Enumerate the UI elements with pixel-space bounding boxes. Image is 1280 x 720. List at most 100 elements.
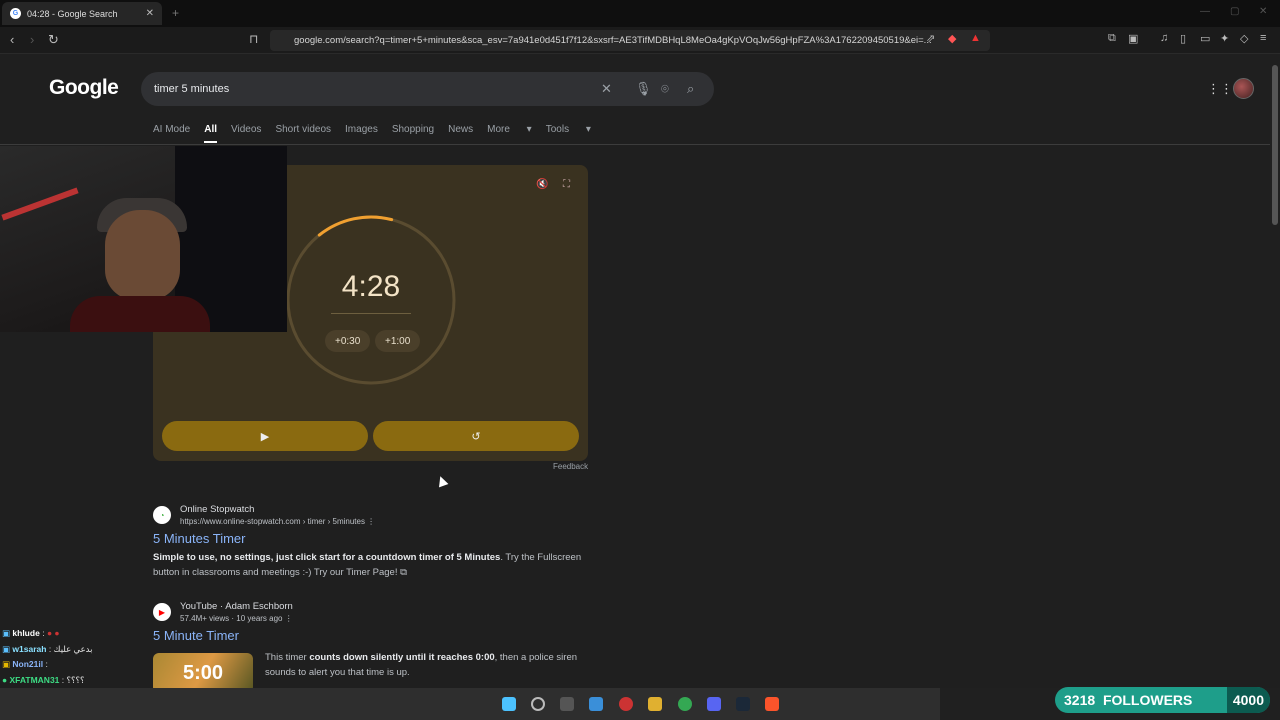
chat-user: khlude: [12, 628, 40, 638]
url-text: google.com/search?q=timer+5+minutes&sca_…: [294, 35, 932, 46]
obs-icon[interactable]: [619, 697, 633, 711]
followers-label: FOLLOWERS: [1102, 692, 1193, 708]
wallet-icon[interactable]: ▭: [1200, 32, 1210, 45]
result-snippet: This timer counts down silently until it…: [265, 652, 578, 678]
menu-icon[interactable]: ≡: [1260, 32, 1266, 44]
search-input[interactable]: timer 5 minutes ✕ 🎙 ⌾ ⌕: [141, 72, 714, 106]
result-url[interactable]: https://www.online-stopwatch.com › timer…: [180, 517, 375, 526]
steam-icon[interactable]: [736, 697, 750, 711]
chat-user: XFATMAN31: [9, 674, 60, 685]
webcam-mic-arm: [1, 187, 79, 221]
webcam-overlay: [0, 146, 287, 332]
video-thumbnail[interactable]: 5:00: [153, 653, 253, 693]
mute-icon[interactable]: 🔇: [536, 179, 548, 190]
clear-search-icon[interactable]: ✕: [601, 81, 612, 97]
chat-message: ● XFATMAN31 : ؟؟؟؟: [2, 674, 85, 685]
followers-goal-widget: 3218 FOLLOWERS 4000: [1055, 687, 1270, 713]
google-favicon-icon: G: [10, 8, 21, 19]
close-tab-icon[interactable]: ✕: [146, 8, 154, 19]
chat-user: w1sarah: [12, 643, 47, 654]
tab-videos[interactable]: Videos: [231, 124, 261, 143]
tab-more[interactable]: More ▾: [487, 124, 532, 143]
add-1-minute-button[interactable]: +1:00: [375, 330, 421, 352]
chat-message: ▣ Non21il :: [2, 659, 48, 669]
reset-icon: ↺: [471, 430, 481, 443]
tab-short-videos[interactable]: Short videos: [275, 124, 331, 143]
file-explorer-icon[interactable]: [648, 697, 662, 711]
tab-title: 04:28 - Google Search: [27, 8, 118, 19]
taskbar-search-icon[interactable]: [531, 697, 545, 711]
page-scrollbar[interactable]: [1270, 55, 1280, 720]
extensions-icon[interactable]: ⧉: [1108, 32, 1116, 45]
tab-all[interactable]: All: [204, 124, 218, 143]
scrollbar-thumb[interactable]: [1272, 65, 1278, 225]
back-icon[interactable]: ‹: [10, 32, 14, 47]
browser-tab[interactable]: G 04:28 - Google Search ✕: [2, 2, 162, 25]
share-icon[interactable]: ⇗: [926, 32, 935, 45]
timer-time: 4:28: [341, 270, 401, 303]
result-source[interactable]: YouTube · Adam Eschborn: [180, 601, 293, 612]
add-30-seconds-button[interactable]: +0:30: [325, 330, 371, 352]
youtube-favicon-icon: ▶: [153, 603, 171, 621]
lens-icon[interactable]: ⌾: [661, 81, 669, 97]
browser-tab-strip: G 04:28 - Google Search ✕ + — ▢ ✕: [0, 0, 1280, 27]
search-query: timer 5 minutes: [154, 83, 230, 95]
search-icon[interactable]: ⌕: [687, 81, 694, 97]
brave-icon[interactable]: [765, 697, 779, 711]
stream-chat: ▣ khlude : ● ● ▣ w1sarah : بدعي عليك ▣ N…: [2, 626, 93, 688]
result-title[interactable]: 5 Minute Timer: [153, 628, 239, 643]
timer-underline: [331, 313, 411, 314]
minimize-icon[interactable]: —: [1200, 6, 1210, 17]
avatar[interactable]: [1233, 78, 1254, 99]
taskbar-background: [0, 688, 940, 720]
play-icon: ▶: [260, 430, 270, 443]
followers-count: 3218: [1064, 692, 1096, 708]
start-button[interactable]: ▶: [162, 421, 368, 451]
chat-message: ▣ khlude : ● ●: [2, 628, 60, 638]
url-field[interactable]: google.com/search?q=timer+5+minutes&sca_…: [270, 30, 990, 51]
store-icon[interactable]: [589, 697, 603, 711]
tabs-divider: [0, 144, 1270, 145]
chat-text: : ؟؟؟؟: [61, 674, 85, 685]
tab-news[interactable]: News: [448, 124, 473, 143]
result-snippet: Simple to use, no settings, just click s…: [153, 552, 582, 578]
brave-rewards-icon[interactable]: ▲: [970, 32, 981, 44]
google-logo[interactable]: Google: [49, 76, 119, 100]
brave-shield-icon[interactable]: ◆: [948, 32, 956, 45]
tab-images[interactable]: Images: [345, 124, 378, 143]
vpn-icon[interactable]: ◇: [1240, 32, 1248, 45]
chat-text: : بدعي عليك: [48, 643, 93, 654]
mouse-cursor: [435, 474, 449, 488]
result-title[interactable]: 5 Minutes Timer: [153, 531, 245, 546]
reset-button[interactable]: ↺: [373, 421, 579, 451]
bookmark-icon[interactable]: ⊓: [249, 32, 258, 46]
tab-shopping[interactable]: Shopping: [392, 124, 434, 143]
webcam-streamer: [105, 210, 180, 300]
new-tab-button[interactable]: +: [172, 6, 179, 20]
task-view-icon[interactable]: [560, 697, 574, 711]
result-source[interactable]: Online Stopwatch: [180, 504, 254, 515]
tab-tools[interactable]: Tools ▾: [546, 124, 591, 143]
chrome-icon[interactable]: [678, 697, 692, 711]
chat-user: Non21il: [12, 659, 44, 669]
reload-icon[interactable]: ↻: [48, 32, 59, 48]
tab-ai-mode[interactable]: AI Mode: [153, 124, 190, 143]
result-meta: 57.4M+ views · 10 years ago ⋮: [180, 614, 293, 623]
chat-text: :: [45, 659, 48, 669]
sidebar-icon[interactable]: ▯: [1180, 32, 1186, 45]
feedback-link[interactable]: Feedback: [553, 462, 588, 471]
discord-icon[interactable]: [707, 697, 721, 711]
media-icon[interactable]: ♫: [1160, 32, 1168, 44]
window-close-icon[interactable]: ✕: [1259, 6, 1267, 17]
voice-search-icon[interactable]: 🎙: [635, 81, 652, 97]
chat-text: :: [42, 628, 45, 638]
screenshot-icon[interactable]: ▣: [1128, 32, 1138, 45]
forward-icon[interactable]: ›: [30, 32, 34, 47]
leo-icon[interactable]: ✦: [1220, 32, 1229, 45]
chat-message: ▣ w1sarah : بدعي عليك: [2, 643, 93, 654]
apps-grid-icon[interactable]: ⋮⋮: [1207, 81, 1233, 97]
search-tabs: AI Mode All Videos Short videos Images S…: [153, 124, 605, 143]
start-icon[interactable]: [502, 697, 516, 711]
fullscreen-icon[interactable]: ⛶: [563, 179, 570, 190]
maximize-icon[interactable]: ▢: [1230, 6, 1239, 17]
